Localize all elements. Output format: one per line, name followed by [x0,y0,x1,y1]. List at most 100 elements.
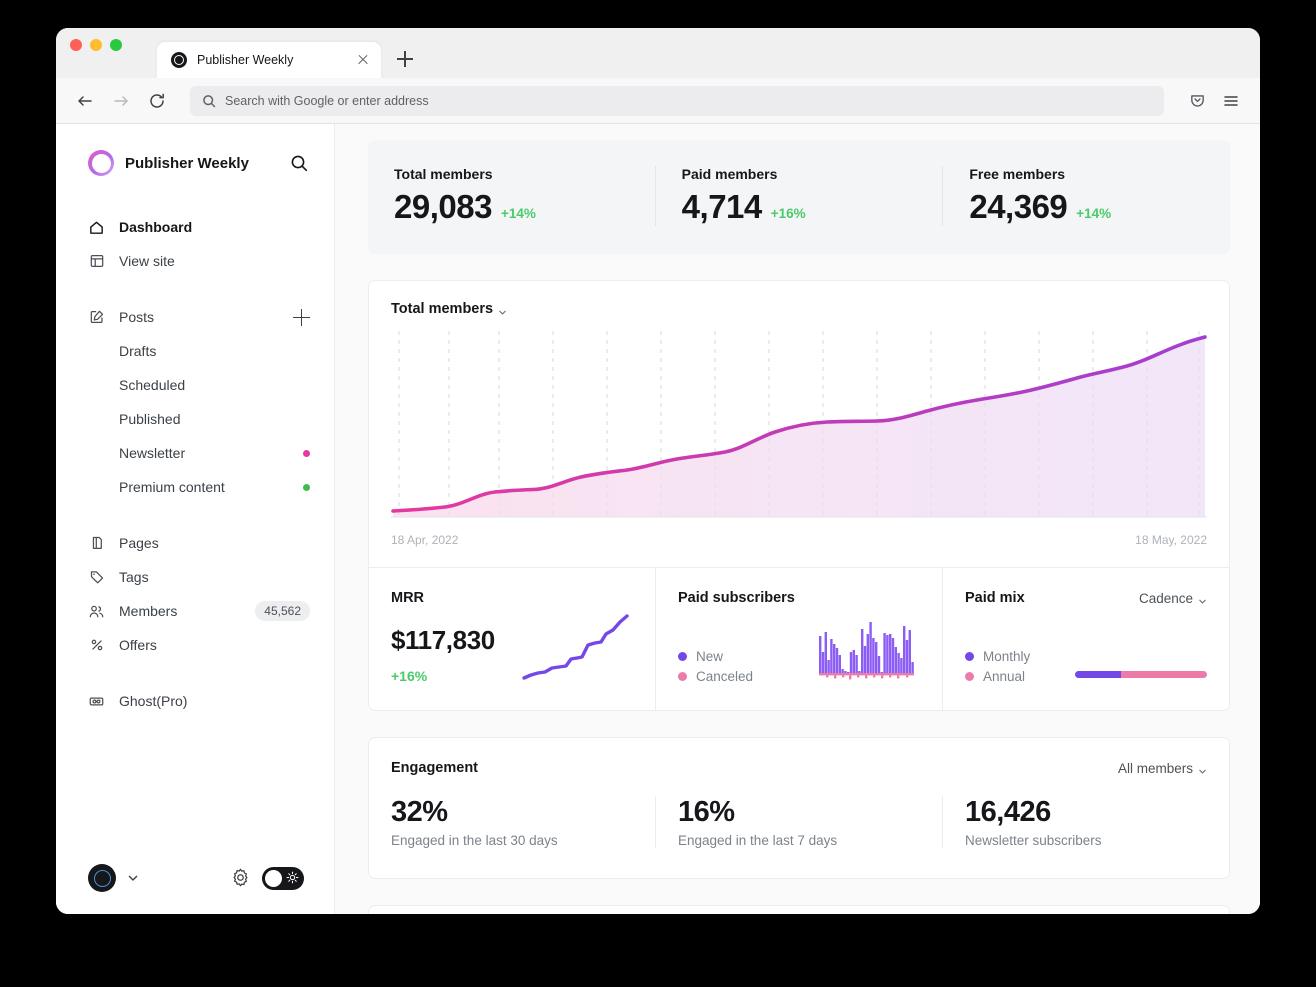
close-window-button[interactable] [70,39,82,51]
sidebar-item-label: Offers [119,637,310,653]
theme-toggle[interactable] [262,867,304,890]
engagement-audience-dropdown[interactable]: All members [1118,761,1207,776]
chevron-down-icon[interactable] [126,871,140,885]
maximize-window-button[interactable] [110,39,122,51]
pocket-icon[interactable] [1182,86,1212,116]
tag-icon [88,569,105,586]
mrr-header: MRR [391,590,633,606]
status-dot-newsletter [303,450,310,457]
legend-dot [678,652,687,661]
dashboard-main: Total members 29,083 +14% Paid members 4… [335,124,1260,914]
engagement-value: 32% [391,796,655,829]
sidebar-item-label: Posts [119,309,279,325]
stat-label: Free members [969,166,1230,182]
arrow-left-icon[interactable] [70,86,100,116]
minimize-window-button[interactable] [90,39,102,51]
chart-date-end: 18 May, 2022 [1135,533,1207,547]
paid-subscribers-legend: New Canceled [678,649,753,684]
paid-subscribers-panel[interactable]: Paid subscribers New Canceled [655,568,942,710]
sidebar-item-ghost-pro[interactable]: Ghost(Pro) [88,684,310,718]
legend-dot [965,652,974,661]
members-area-chart [369,317,1229,523]
hamburger-menu-icon[interactable] [1216,86,1246,116]
engagement-subtitle: Engaged in the last 30 days [391,833,655,848]
sidebar-item-premium-content[interactable]: Premium content [88,470,310,504]
search-icon[interactable] [288,152,310,174]
sidebar-item-label: Scheduled [119,377,310,393]
sidebar-item-label: View site [119,253,310,269]
sidebar-group-ghost-pro: Ghost(Pro) [56,684,334,718]
cadence-dropdown-label: Cadence [1139,591,1193,606]
legend-item-monthly: Monthly [965,649,1030,664]
members-stats-card: Total members 29,083 +14% Paid members 4… [368,140,1230,254]
browser-navbar: Search with Google or enter address [56,78,1260,124]
paid-subscribers-header: Paid subscribers [678,590,920,606]
window-traffic-lights [70,28,122,78]
chevron-down-icon [1198,764,1207,773]
address-bar[interactable]: Search with Google or enter address [190,86,1164,116]
mrr-value: $117,830 [391,625,495,656]
members-count-badge: 45,562 [255,601,310,621]
mrr-title: MRR [391,590,424,606]
sidebar-item-scheduled[interactable]: Scheduled [88,368,310,402]
pencil-square-icon [88,309,105,326]
cadence-dropdown[interactable]: Cadence [1139,591,1207,606]
stat-delta: +14% [501,206,536,221]
stat-label: Total members [394,166,655,182]
arrow-right-icon[interactable] [106,86,136,116]
sidebar-group-posts: Posts Drafts Scheduled Published Newslet… [56,300,334,504]
paid-mix-body: Monthly Annual [965,612,1207,684]
plus-icon[interactable] [395,49,415,69]
engagement-value: 16% [678,796,942,829]
mrr-panel[interactable]: MRR $117,830 +16% [369,568,655,710]
sidebar-item-members[interactable]: Members 45,562 [88,594,310,628]
stat-label: Paid members [682,166,943,182]
brand-header: Publisher Weekly [56,124,334,176]
sidebar-item-offers[interactable]: Offers [88,628,310,662]
percent-icon [88,637,105,654]
sidebar-item-posts[interactable]: Posts [88,300,310,334]
sidebar-item-label: Newsletter [119,445,289,461]
mrr-delta: +16% [391,668,495,684]
address-bar-placeholder: Search with Google or enter address [225,94,429,108]
mrr-sparkline [521,612,633,684]
paid-mix-panel[interactable]: Paid mix Cadence [942,568,1229,710]
stat-paid-members[interactable]: Paid members 4,714 +16% [655,166,943,226]
site-logo-icon [88,150,114,176]
chart-header: Total members [369,281,1229,317]
engagement-metric-newsletter: 16,426 Newsletter subscribers [942,796,1229,848]
ghost-pro-icon [88,693,105,710]
browser-tab-title: Publisher Weekly [197,53,345,67]
paid-mix-header: Paid mix Cadence [965,590,1207,606]
legend-dot [678,672,687,681]
reload-icon[interactable] [142,86,172,116]
sidebar-item-dashboard[interactable]: Dashboard [88,210,310,244]
plus-icon[interactable] [293,309,310,326]
sidebar-item-published[interactable]: Published [88,402,310,436]
members-chart-card: Total members [368,280,1230,711]
page-icon [88,535,105,552]
toggle-knob [265,870,282,887]
chevron-down-icon [1198,594,1207,603]
stat-total-members[interactable]: Total members 29,083 +14% [368,166,655,226]
chart-metric-dropdown[interactable]: Total members [391,301,507,317]
sidebar-item-tags[interactable]: Tags [88,560,310,594]
sidebar-group-content: Pages Tags Members 45,562 [56,526,334,662]
sidebar-item-newsletter[interactable]: Newsletter [88,436,310,470]
sidebar-item-pages[interactable]: Pages [88,526,310,560]
gear-icon[interactable] [230,867,252,889]
sidebar-item-drafts[interactable]: Drafts [88,334,310,368]
stat-free-members[interactable]: Free members 24,369 +14% [942,166,1230,226]
engagement-title: Engagement [391,760,478,776]
engagement-header: Engagement All members [369,738,1229,776]
close-icon[interactable] [355,52,371,68]
browser-tab[interactable]: Publisher Weekly [157,42,381,78]
user-avatar[interactable] [88,864,116,892]
stat-value: 4,714 [682,188,762,226]
sidebar-item-view-site[interactable]: View site [88,244,310,278]
sidebar-divider-space-3 [56,662,334,684]
stat-row: 29,083 +14% [394,188,655,226]
legend-label: New [696,649,723,664]
legend-dot [965,672,974,681]
mini-charts-row: MRR $117,830 +16% [369,567,1229,710]
